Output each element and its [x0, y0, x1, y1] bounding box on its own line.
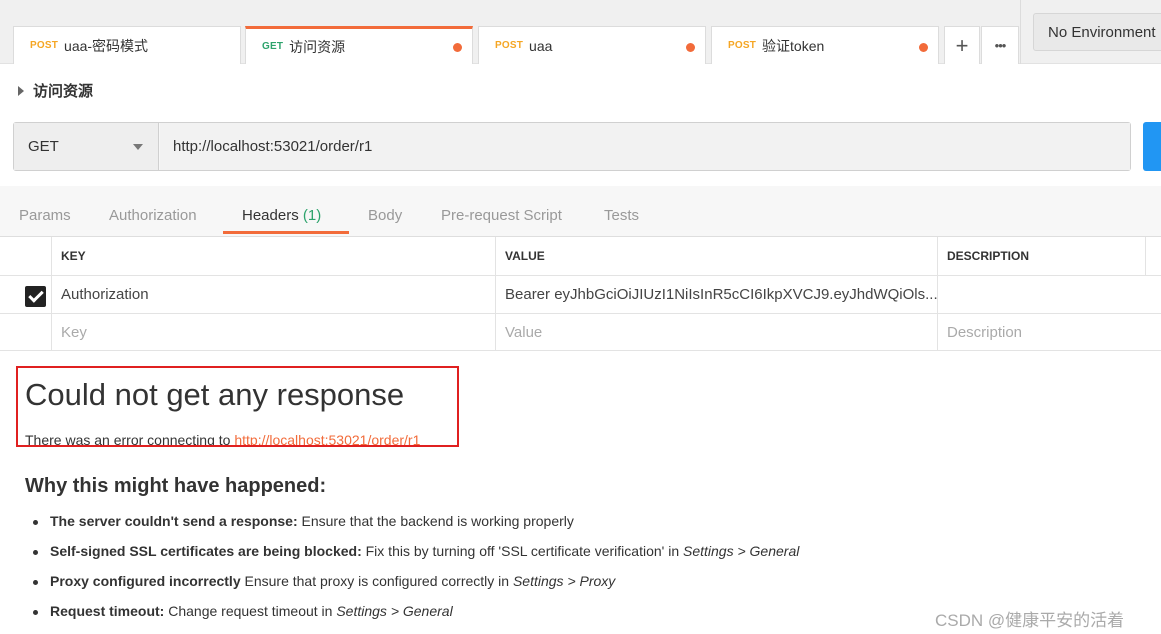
list-item: The server couldn't send a response: Ens…: [33, 513, 799, 543]
request-subtabs: Params Authorization Headers (1) Body Pr…: [0, 186, 1161, 237]
request-tab-uaa-password[interactable]: POST uaa-密码模式: [13, 26, 241, 64]
request-tab-verify-token[interactable]: POST 验证token: [711, 26, 939, 64]
plus-icon: +: [955, 32, 969, 58]
divider: [1020, 0, 1021, 64]
tab-headers-label: Headers: [242, 207, 299, 224]
highlight-box: [16, 366, 459, 447]
list-item: Request timeout: Change request timeout …: [33, 603, 799, 633]
tab-authorization[interactable]: Authorization: [109, 207, 197, 224]
more-icon: •••: [994, 38, 1007, 53]
column-header-key: KEY: [51, 237, 495, 275]
reason-title: The server couldn't send a response:: [50, 513, 298, 529]
list-item: Proxy configured incorrectly Ensure that…: [33, 573, 799, 603]
tab-headers[interactable]: Headers (1): [242, 207, 321, 224]
request-tab-bar: POST uaa-密码模式 GET 访问资源 POST uaa POST 验证t…: [0, 0, 1161, 64]
method-select[interactable]: GET: [14, 123, 159, 170]
tab-params[interactable]: Params: [19, 207, 71, 224]
tab-prerequest-script[interactable]: Pre-request Script: [441, 207, 562, 224]
unsaved-dot-icon: [686, 43, 695, 52]
url-input[interactable]: [160, 123, 1130, 170]
tab-label: uaa: [529, 37, 553, 54]
reason-title: Proxy configured incorrectly: [50, 573, 241, 589]
tab-headers-count: (1): [302, 207, 322, 224]
row-enabled-checkbox[interactable]: [25, 286, 46, 307]
tab-method-badge: POST: [30, 40, 59, 51]
reason-title: Request timeout:: [50, 603, 165, 619]
tab-method-badge: GET: [262, 41, 284, 52]
url-bar: GET: [13, 122, 1131, 171]
tab-label: 访问资源: [289, 38, 346, 55]
header-value-field[interactable]: Bearer eyJhbGciOiJIUzI1NiIsInR5cCI6IkpXV…: [495, 276, 937, 313]
reason-text: Fix this by turning off 'SSL certificate…: [365, 543, 680, 559]
request-tab-uaa[interactable]: POST uaa: [478, 26, 706, 64]
request-tab-access-resource[interactable]: GET 访问资源: [245, 26, 473, 64]
more-tabs-button[interactable]: •••: [981, 26, 1019, 64]
reason-title: Self-signed SSL certificates are being b…: [50, 543, 362, 559]
tab-body[interactable]: Body: [368, 207, 402, 224]
why-heading: Why this might have happened:: [25, 475, 327, 497]
caret-right-icon: [18, 85, 24, 96]
tab-method-badge: POST: [495, 40, 524, 51]
column-resize-handle[interactable]: [1145, 237, 1161, 275]
tab-method-badge: POST: [728, 40, 757, 51]
send-button[interactable]: [1143, 122, 1161, 171]
tab-label: 验证token: [762, 37, 825, 54]
new-key-field[interactable]: Key: [51, 314, 495, 350]
reasons-list: The server couldn't send a response: Ens…: [33, 513, 799, 633]
settings-path: Settings > General: [683, 543, 800, 559]
chevron-down-icon: [133, 144, 143, 150]
reason-text: Ensure that proxy is configured correctl…: [244, 573, 510, 589]
unsaved-dot-icon: [453, 43, 462, 52]
header-description-field[interactable]: [937, 276, 1161, 313]
column-header-description: DESCRIPTION: [937, 237, 1145, 275]
table-row: Authorization Bearer eyJhbGciOiJIUzI1NiI…: [0, 276, 1161, 314]
settings-path: Settings > Proxy: [512, 573, 616, 589]
request-name: 访问资源: [33, 83, 94, 100]
unsaved-dot-icon: [919, 43, 928, 52]
watermark: CSDN @健康平安的活着: [935, 611, 1125, 630]
tab-tests[interactable]: Tests: [604, 207, 639, 224]
environment-select[interactable]: No Environment: [1033, 13, 1161, 51]
request-name-toggle[interactable]: 访问资源: [18, 80, 93, 101]
header-key-field[interactable]: Authorization: [51, 276, 495, 313]
settings-path: Settings > General: [336, 603, 453, 619]
new-value-field[interactable]: Value: [495, 314, 937, 350]
reason-text: Ensure that the backend is working prope…: [301, 513, 574, 529]
table-header-row: KEY VALUE DESCRIPTION: [0, 237, 1161, 276]
list-item: Self-signed SSL certificates are being b…: [33, 543, 799, 573]
method-value: GET: [28, 138, 59, 155]
reason-text: Change request timeout in: [168, 603, 333, 619]
add-tab-button[interactable]: +: [944, 26, 980, 64]
column-header-value: VALUE: [495, 237, 937, 275]
new-description-field[interactable]: Description: [937, 314, 1161, 350]
tab-label: uaa-密码模式: [64, 37, 149, 54]
active-tab-indicator: [223, 231, 349, 234]
table-row-new: Key Value Description: [0, 314, 1161, 351]
